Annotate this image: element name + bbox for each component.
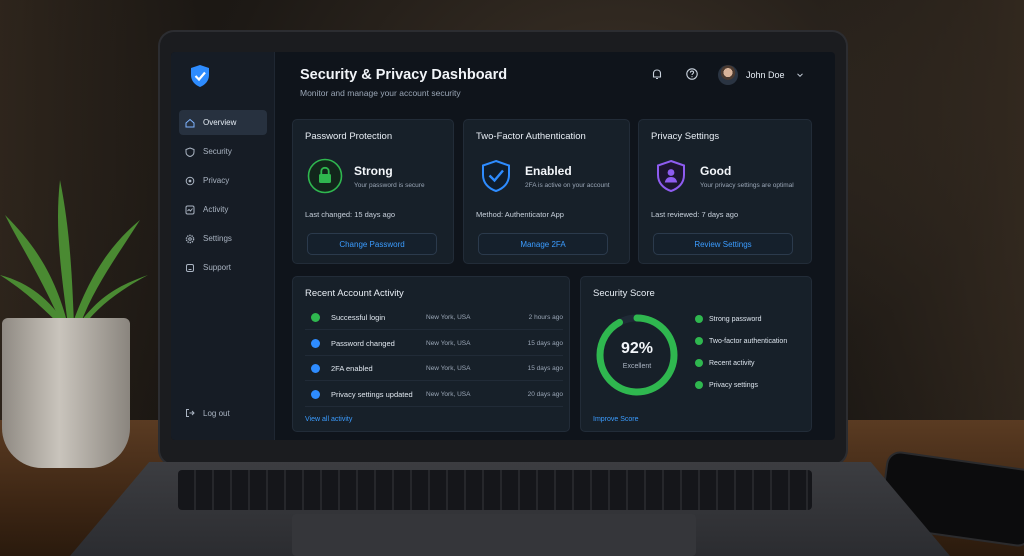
sidebar-item-label: Overview bbox=[203, 118, 237, 127]
twofa-method: Method: Authenticator App bbox=[476, 210, 564, 219]
dashboard-screen: Overview Security Privacy Activity Setti… bbox=[171, 52, 835, 440]
page-title: Security & Privacy Dashboard bbox=[300, 67, 508, 83]
sidebar-item-label: Privacy bbox=[203, 176, 230, 185]
gear-icon bbox=[185, 234, 195, 243]
sidebar-item-activity[interactable]: Activity bbox=[179, 197, 267, 222]
logout-icon bbox=[186, 409, 195, 417]
activity-icon bbox=[185, 205, 195, 214]
sidebar-item-label: Security bbox=[203, 147, 232, 156]
eye-icon bbox=[185, 176, 195, 185]
twofa-status-description: 2FA is active on your account bbox=[525, 182, 610, 189]
privacy-last-reviewed: Last reviewed: 7 days ago bbox=[651, 210, 739, 219]
activity-row[interactable]: 2FA enabled New York, USA 15 days ago bbox=[305, 357, 563, 381]
activity-location: New York, USA bbox=[426, 314, 471, 321]
status-dot-icon bbox=[311, 389, 320, 399]
activity-location: New York, USA bbox=[426, 365, 471, 372]
sidebar-item-security[interactable]: Security bbox=[179, 139, 267, 164]
laptop-trackpad bbox=[292, 514, 696, 556]
home-icon bbox=[185, 118, 195, 127]
check-circle-icon bbox=[695, 381, 703, 389]
card-title: Privacy Settings bbox=[651, 131, 720, 142]
plant-illustration bbox=[0, 180, 148, 325]
status-dot-icon bbox=[311, 313, 320, 322]
score-check-label: Privacy settings bbox=[709, 381, 759, 389]
activity-row[interactable]: Password changed New York, USA 15 days ago bbox=[305, 332, 563, 356]
score-check-item: Two-factor authentication bbox=[695, 337, 787, 345]
twofa-status: Enabled bbox=[525, 164, 572, 178]
check-circle-icon bbox=[695, 337, 703, 345]
score-value: 92% bbox=[620, 340, 654, 357]
score-check-item: Recent activity bbox=[695, 359, 755, 367]
sidebar: Overview Security Privacy Activity Setti… bbox=[171, 52, 275, 440]
card-title: Recent Account Activity bbox=[305, 288, 404, 299]
activity-event: Password changed bbox=[331, 338, 395, 348]
bell-icon[interactable] bbox=[650, 67, 664, 81]
user-name[interactable]: John Doe bbox=[746, 70, 785, 80]
activity-event: Successful login bbox=[331, 313, 386, 322]
activity-location: New York, USA bbox=[426, 339, 471, 347]
password-last-changed: Last changed: 15 days ago bbox=[305, 210, 396, 219]
user-shield-icon bbox=[657, 159, 685, 193]
sidebar-item-overview[interactable]: Overview bbox=[179, 110, 267, 135]
status-dot-icon bbox=[311, 364, 320, 373]
review-settings-button[interactable]: Review Settings bbox=[653, 233, 793, 255]
password-status: Strong bbox=[354, 164, 393, 178]
improve-score-link[interactable]: Improve Score bbox=[593, 416, 639, 423]
privacy-status: Good bbox=[700, 164, 732, 178]
shield-icon bbox=[185, 146, 195, 157]
chevron-down-icon[interactable] bbox=[796, 71, 804, 79]
support-icon bbox=[186, 263, 194, 272]
page-subtitle: Monitor and manage your account security bbox=[300, 88, 461, 98]
activity-time: 2 hours ago bbox=[528, 314, 563, 321]
activity-event: Privacy settings updated bbox=[331, 389, 413, 399]
sidebar-item-label: Support bbox=[203, 263, 232, 272]
shield-check-logo-icon bbox=[191, 65, 209, 87]
password-status-description: Your password is secure bbox=[354, 182, 425, 189]
activity-time: 20 days ago bbox=[527, 390, 563, 398]
shield-check-icon bbox=[482, 159, 510, 193]
check-circle-icon bbox=[695, 315, 703, 323]
recent-activity-card: Recent Account Activity Successful login… bbox=[292, 276, 570, 432]
score-check-item: Strong password bbox=[695, 315, 762, 323]
security-score-card: Security Score 92% Excellent Strong pass… bbox=[580, 276, 812, 432]
sidebar-item-privacy[interactable]: Privacy bbox=[179, 168, 267, 193]
view-all-activity-link[interactable]: View all activity bbox=[305, 416, 352, 423]
activity-time: 15 days ago bbox=[527, 339, 563, 347]
change-password-button[interactable]: Change Password bbox=[307, 233, 437, 255]
sidebar-item-settings[interactable]: Settings bbox=[179, 226, 267, 251]
help-icon[interactable] bbox=[685, 67, 699, 81]
score-label: Excellent bbox=[622, 363, 652, 370]
password-protection-card: Password Protection Strong Your password… bbox=[292, 119, 454, 264]
score-check-label: Two-factor authentication bbox=[709, 337, 788, 345]
activity-event: 2FA enabled bbox=[331, 364, 373, 373]
lock-icon bbox=[307, 158, 343, 194]
score-check-item: Privacy settings bbox=[695, 381, 758, 389]
score-check-label: Strong password bbox=[709, 315, 762, 323]
logout-button[interactable]: Log out bbox=[185, 408, 230, 418]
check-circle-icon bbox=[695, 359, 703, 367]
logout-label: Log out bbox=[203, 408, 230, 418]
activity-location: New York, USA bbox=[426, 390, 471, 398]
card-title: Two-Factor Authentication bbox=[476, 131, 586, 142]
score-check-label: Recent activity bbox=[709, 359, 755, 367]
activity-time: 15 days ago bbox=[527, 365, 563, 372]
manage-2fa-button[interactable]: Manage 2FA bbox=[478, 233, 608, 255]
laptop-keyboard bbox=[178, 470, 812, 510]
card-title: Security Score bbox=[593, 288, 655, 299]
card-title: Password Protection bbox=[305, 131, 393, 142]
privacy-status-description: Your privacy settings are optimal bbox=[700, 182, 794, 189]
sidebar-item-label: Settings bbox=[203, 234, 232, 243]
activity-row[interactable]: Privacy settings updated New York, USA 20 … bbox=[305, 383, 563, 407]
plant-pot bbox=[2, 318, 130, 468]
two-factor-card: Two-Factor Authentication Enabled 2FA is… bbox=[463, 119, 630, 264]
privacy-settings-card: Privacy Settings Good Your privacy setti… bbox=[638, 119, 812, 264]
status-dot-icon bbox=[311, 338, 320, 348]
sidebar-item-label: Activity bbox=[203, 205, 229, 214]
sidebar-item-support[interactable]: Support bbox=[179, 255, 267, 280]
avatar[interactable] bbox=[718, 65, 738, 85]
activity-row[interactable]: Successful login New York, USA 2 hours ago bbox=[305, 306, 563, 330]
sidebar-nav: Overview Security Privacy Activity Setti… bbox=[179, 110, 267, 284]
